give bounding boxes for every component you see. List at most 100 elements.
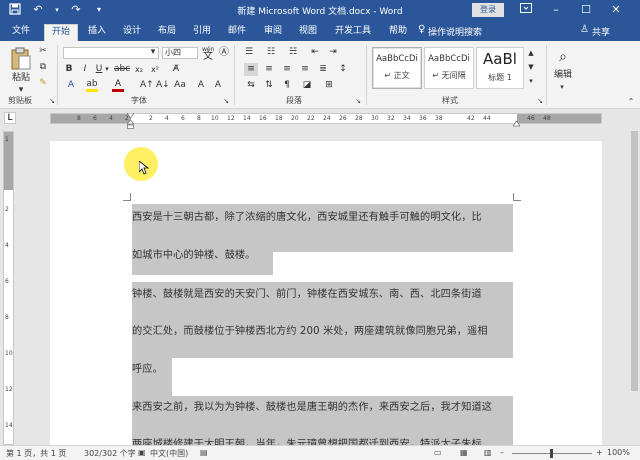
styles-more-icon[interactable]: ▾ [526, 75, 536, 88]
decrease-indent-icon[interactable]: ⇤ [308, 46, 322, 59]
paragraph-line[interactable]: 来西安之前，我以为为钟楼、鼓楼也是唐王朝的杰作，来西安之后，我才知道这 [132, 398, 492, 413]
vertical-scrollbar[interactable] [629, 127, 640, 445]
font-launcher-icon[interactable]: ↘ [222, 95, 230, 108]
align-right-icon[interactable]: ≡ [280, 63, 294, 76]
tab-home[interactable]: 开始 [44, 24, 78, 41]
paragraph-launcher-icon[interactable]: ↘ [354, 95, 362, 108]
subscript-icon[interactable]: x₂ [133, 63, 145, 76]
share-button[interactable]: 共享 [592, 25, 610, 38]
font-size-combo[interactable]: 小四 [162, 47, 198, 59]
zoom-slider-thumb[interactable] [550, 449, 553, 458]
underline-icon[interactable]: U [94, 63, 104, 76]
tab-developer[interactable]: 开发工具 [335, 24, 371, 41]
font-color-icon[interactable]: A [112, 79, 124, 92]
paragraph-line[interactable]: 钟楼、鼓楼就是西安的天安门、前门，钟楼在西安城东、南、西、北四条街道 [132, 285, 482, 300]
shading-icon[interactable]: ◪ [300, 79, 314, 92]
bold-icon[interactable]: B [64, 63, 74, 76]
login-button[interactable]: 登录 [472, 3, 504, 17]
copy-icon[interactable]: ⧉ [37, 61, 49, 74]
tab-mailings[interactable]: 邮件 [228, 24, 246, 41]
superscript-icon[interactable]: x² [149, 63, 161, 76]
strikethrough-icon[interactable]: abc [114, 63, 130, 76]
justify-icon[interactable]: ≡ [298, 63, 312, 76]
tab-layout[interactable]: 布局 [158, 24, 176, 41]
first-line-indent-marker[interactable] [126, 112, 135, 119]
show-marks-icon[interactable]: ¶ [280, 79, 294, 92]
chevron-down-icon[interactable]: ▾ [148, 46, 158, 59]
tab-review[interactable]: 审阅 [264, 24, 282, 41]
chinese-layout-icon[interactable]: ⇆ [244, 79, 258, 92]
maximize-icon[interactable]: ☐ [578, 2, 594, 18]
left-indent-marker[interactable] [126, 119, 135, 129]
tab-help[interactable]: 帮助 [389, 24, 407, 41]
italic-icon[interactable]: I [80, 63, 90, 76]
read-mode-icon[interactable]: ▭ [434, 448, 442, 457]
line-spacing-icon[interactable]: ↕ [336, 63, 350, 76]
page-count[interactable]: 第 1 页，共 1 页 [6, 448, 66, 459]
tab-design[interactable]: 设计 [123, 24, 141, 41]
vertical-ruler[interactable]: 1 2 4 6 8 10 12 14 [3, 131, 14, 445]
paste-icon[interactable] [10, 47, 32, 71]
style-heading-1[interactable]: AaBl 标题 1 [476, 47, 524, 89]
font-name-combo[interactable] [63, 47, 159, 59]
zoom-in-icon[interactable]: + [596, 448, 603, 457]
tell-me-search[interactable]: 操作说明搜索 [428, 25, 482, 38]
character-shading-icon[interactable]: A [195, 79, 207, 92]
web-layout-icon[interactable]: ▥ [484, 448, 492, 457]
cut-icon[interactable]: ✂ [37, 45, 49, 58]
tab-references[interactable]: 引用 [193, 24, 211, 41]
scrollbar-thumb[interactable] [631, 131, 638, 391]
style-normal[interactable]: AaBbCcDi ↵ 正文 [372, 47, 422, 89]
grow-font-icon[interactable]: A↑ [140, 79, 154, 92]
change-case-icon[interactable]: Aa [174, 79, 186, 92]
text-effects-icon[interactable]: A [64, 79, 78, 92]
proofing-icon[interactable]: ▣ [138, 448, 146, 457]
print-layout-icon[interactable]: ▦ [460, 448, 468, 457]
paragraph-line[interactable]: 的交汇处，而鼓楼位于钟楼西北方约 200 米处，两座建筑就像同胞兄弟，遥相 [132, 322, 488, 337]
ruler-tick: 14 [243, 115, 251, 122]
multilevel-list-icon[interactable]: ☵ [286, 46, 300, 59]
tab-file[interactable]: 文件 [12, 24, 30, 41]
paragraph-line[interactable]: 如城市中心的钟楼、鼓楼。 [132, 246, 255, 261]
numbering-icon[interactable]: ☷ [264, 46, 278, 59]
collapse-ribbon-icon[interactable]: ⌃ [626, 95, 636, 108]
ruler-tick: 18 [275, 115, 283, 122]
style-no-spacing[interactable]: AaBbCcDi ↵ 无间隔 [424, 47, 474, 89]
macro-record-icon[interactable]: ▤ [200, 448, 208, 457]
increase-indent-icon[interactable]: ⇥ [326, 46, 340, 59]
styles-scroll-up-icon[interactable]: ▲ [526, 47, 536, 60]
zoom-level[interactable]: 100% [607, 448, 630, 457]
borders-icon[interactable]: ⊞ [322, 79, 336, 92]
enclose-characters-icon[interactable]: Ⓐ [218, 46, 230, 59]
distributed-icon[interactable]: ≣ [316, 63, 330, 76]
minimize-icon[interactable]: – [548, 2, 564, 18]
find-icon[interactable]: ⌕ [554, 47, 572, 67]
highlight-icon[interactable]: ab [86, 79, 98, 92]
shrink-font-icon[interactable]: A↓ [156, 79, 170, 92]
close-icon[interactable]: ✕ [608, 2, 624, 18]
align-left-icon[interactable]: ≡ [244, 63, 258, 76]
chevron-down-icon[interactable]: ▾ [104, 63, 110, 76]
tab-selector-icon[interactable]: L [4, 112, 16, 124]
sort-icon[interactable]: ⇅ [262, 79, 276, 92]
zoom-out-icon[interactable]: – [500, 448, 504, 457]
style-sample: AaBbCcDi [428, 54, 470, 64]
clipboard-launcher-icon[interactable]: ↘ [48, 95, 56, 108]
tab-view[interactable]: 视图 [299, 24, 317, 41]
tab-insert[interactable]: 插入 [88, 24, 106, 41]
format-painter-icon[interactable]: ✎ [37, 77, 49, 90]
clear-formatting-icon[interactable]: A̸ [170, 63, 182, 76]
styles-scroll-down-icon[interactable]: ▼ [526, 61, 536, 74]
phonetic-guide-icon[interactable]: 文 [202, 50, 214, 63]
word-count[interactable]: 302/302 个字 [84, 448, 136, 459]
bullets-icon[interactable]: ☰ [242, 46, 256, 59]
ribbon-display-options-icon[interactable] [518, 2, 534, 18]
character-border-icon[interactable]: A [212, 79, 224, 92]
styles-launcher-icon[interactable]: ↘ [536, 95, 544, 108]
right-indent-marker[interactable] [512, 120, 521, 127]
chevron-down-icon[interactable]: ▾ [556, 81, 568, 94]
align-center-icon[interactable]: ≡ [262, 63, 276, 76]
paragraph-line[interactable]: 呼应。 [132, 360, 163, 375]
paragraph-line[interactable]: 西安是十三朝古都，除了浓缩的唐文化，西安城里还有触手可触的明文化，比 [132, 208, 482, 223]
language[interactable]: 中文(中国) [150, 448, 188, 459]
